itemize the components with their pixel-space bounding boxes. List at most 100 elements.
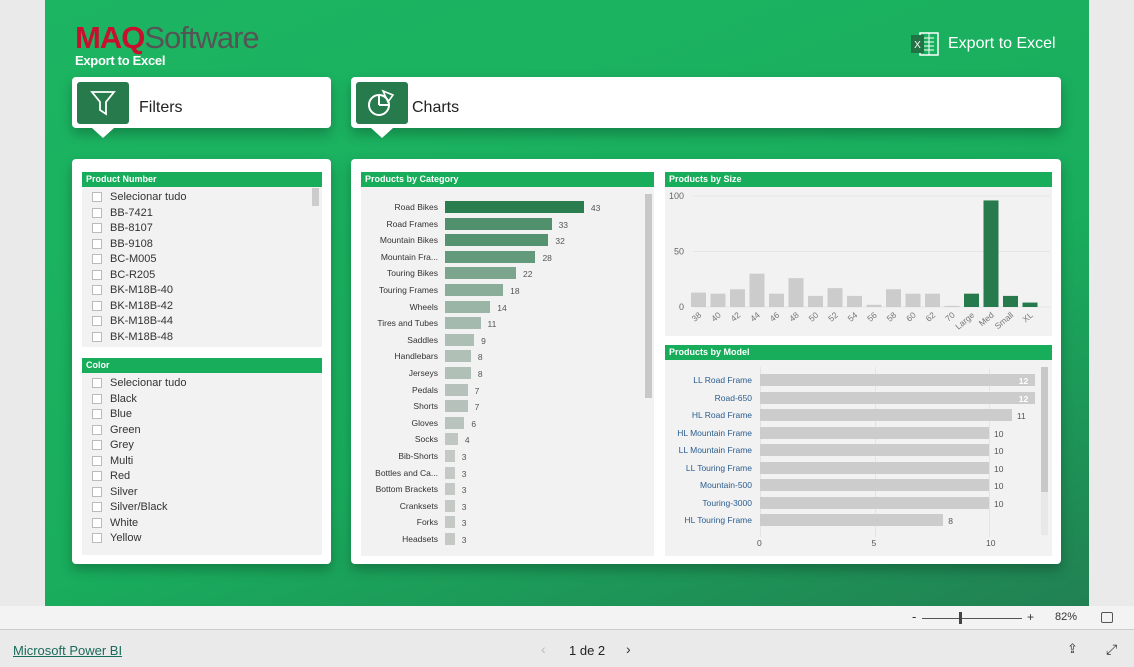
zoom-out-button[interactable]: - bbox=[912, 609, 916, 624]
category-bar[interactable] bbox=[445, 350, 471, 363]
category-bar[interactable] bbox=[445, 533, 455, 545]
next-page-icon[interactable]: › bbox=[626, 641, 631, 657]
slicer-item[interactable]: Red bbox=[92, 469, 130, 483]
category-bar[interactable] bbox=[445, 284, 504, 296]
slicer-item[interactable]: BB-7421 bbox=[92, 206, 153, 220]
checkbox[interactable] bbox=[92, 300, 102, 311]
model-bar[interactable] bbox=[760, 444, 989, 456]
scrollbar[interactable] bbox=[1041, 367, 1048, 535]
slicer-item[interactable]: White bbox=[92, 516, 138, 530]
checkbox[interactable] bbox=[92, 192, 102, 202]
slicer-item[interactable]: BC-M005 bbox=[92, 252, 156, 266]
checkbox[interactable] bbox=[92, 502, 102, 512]
checkbox[interactable] bbox=[92, 269, 102, 280]
power-bi-link[interactable]: Microsoft Power BI bbox=[13, 643, 122, 658]
slicer-item[interactable]: Yellow bbox=[92, 531, 141, 545]
category-bar[interactable] bbox=[445, 250, 536, 263]
slicer-item[interactable]: Multi bbox=[92, 454, 133, 468]
checkbox[interactable] bbox=[92, 223, 102, 233]
size-bar[interactable] bbox=[964, 293, 979, 307]
size-bar[interactable] bbox=[983, 200, 999, 307]
category-bar[interactable] bbox=[445, 450, 455, 462]
size-bar[interactable] bbox=[808, 295, 823, 307]
category-bar[interactable] bbox=[445, 234, 549, 247]
category-bar[interactable] bbox=[445, 217, 552, 230]
size-bar[interactable] bbox=[730, 289, 745, 307]
checkbox[interactable] bbox=[92, 409, 102, 419]
size-bar[interactable] bbox=[944, 305, 960, 307]
share-icon[interactable]: ⇪ bbox=[1067, 641, 1078, 657]
fullscreen-icon[interactable]: ⤢ bbox=[1106, 641, 1117, 658]
checkbox[interactable] bbox=[92, 331, 102, 342]
slicer-item[interactable]: Grey bbox=[92, 438, 134, 452]
slicer-item[interactable]: Selecionar tudo bbox=[92, 190, 186, 204]
size-bar[interactable] bbox=[827, 288, 843, 307]
size-bar[interactable] bbox=[769, 293, 784, 307]
model-bar[interactable] bbox=[760, 409, 1012, 421]
category-bar[interactable] bbox=[445, 300, 491, 313]
size-bar[interactable] bbox=[710, 293, 726, 307]
category-bar[interactable] bbox=[445, 383, 468, 396]
category-bar[interactable] bbox=[445, 317, 481, 330]
category-bar[interactable] bbox=[445, 201, 584, 213]
checkbox[interactable] bbox=[92, 533, 102, 543]
model-bar[interactable] bbox=[760, 426, 989, 439]
model-bar[interactable] bbox=[760, 391, 1035, 404]
checkbox[interactable] bbox=[92, 471, 102, 481]
zoom-slider-thumb[interactable] bbox=[959, 612, 962, 624]
slicer-item[interactable]: BC-R205 bbox=[92, 268, 155, 282]
slicer-item[interactable]: BB-8107 bbox=[92, 221, 153, 235]
category-bar[interactable] bbox=[445, 433, 458, 446]
slicer-item[interactable]: BK-M18B-40 bbox=[92, 283, 173, 297]
model-bar[interactable] bbox=[760, 461, 989, 474]
slicer-item[interactable]: Black bbox=[92, 392, 137, 406]
category-bar[interactable] bbox=[445, 499, 455, 512]
size-bar[interactable] bbox=[925, 293, 940, 307]
size-bar[interactable] bbox=[905, 293, 921, 307]
tab-charts[interactable]: Charts bbox=[351, 77, 1061, 138]
checkbox[interactable] bbox=[92, 316, 102, 326]
export-to-excel-button[interactable]: X Export to Excel bbox=[910, 31, 1056, 57]
category-bar[interactable] bbox=[445, 466, 455, 479]
size-bar[interactable] bbox=[1022, 302, 1038, 307]
size-bar[interactable] bbox=[866, 304, 882, 307]
category-bar[interactable] bbox=[445, 267, 517, 280]
model-bar[interactable] bbox=[760, 514, 944, 526]
slicer-item[interactable]: BK-M18B-44 bbox=[92, 314, 173, 328]
category-bar[interactable] bbox=[445, 483, 455, 496]
size-bar[interactable] bbox=[847, 295, 862, 307]
slicer-item[interactable]: Silver/Black bbox=[92, 500, 167, 514]
checkbox[interactable] bbox=[92, 254, 102, 264]
checkbox[interactable] bbox=[92, 440, 102, 450]
checkbox[interactable] bbox=[92, 378, 102, 388]
slicer-item[interactable]: BK-M18B-48 bbox=[92, 330, 173, 344]
checkbox[interactable] bbox=[92, 285, 102, 295]
checkbox[interactable] bbox=[92, 517, 102, 528]
checkbox[interactable] bbox=[92, 207, 102, 218]
size-bar[interactable] bbox=[886, 289, 901, 307]
zoom-slider[interactable] bbox=[922, 618, 1022, 619]
category-bar[interactable] bbox=[445, 416, 465, 429]
size-bar[interactable] bbox=[749, 273, 765, 307]
fit-to-page-icon[interactable] bbox=[1101, 612, 1113, 623]
scrollbar[interactable] bbox=[645, 194, 652, 398]
checkbox[interactable] bbox=[92, 455, 102, 466]
scrollbar[interactable] bbox=[312, 188, 319, 206]
tab-filters[interactable]: Filters bbox=[72, 77, 331, 138]
slicer-item[interactable]: Silver bbox=[92, 485, 138, 499]
category-bar[interactable] bbox=[445, 333, 475, 346]
size-bar[interactable] bbox=[788, 278, 804, 307]
model-bar[interactable] bbox=[760, 479, 989, 491]
previous-page-icon[interactable]: ‹ bbox=[541, 641, 546, 657]
checkbox[interactable] bbox=[92, 393, 102, 404]
slicer-item[interactable]: Blue bbox=[92, 407, 132, 421]
checkbox[interactable] bbox=[92, 424, 102, 435]
checkbox[interactable] bbox=[92, 486, 102, 497]
checkbox[interactable] bbox=[92, 238, 102, 249]
slicer-item[interactable]: Green bbox=[92, 423, 141, 437]
category-bar[interactable] bbox=[445, 400, 468, 413]
category-bar[interactable] bbox=[445, 516, 455, 529]
category-bar[interactable] bbox=[445, 367, 471, 379]
size-bar[interactable] bbox=[1003, 295, 1018, 307]
slicer-item[interactable]: Selecionar tudo bbox=[92, 376, 186, 390]
